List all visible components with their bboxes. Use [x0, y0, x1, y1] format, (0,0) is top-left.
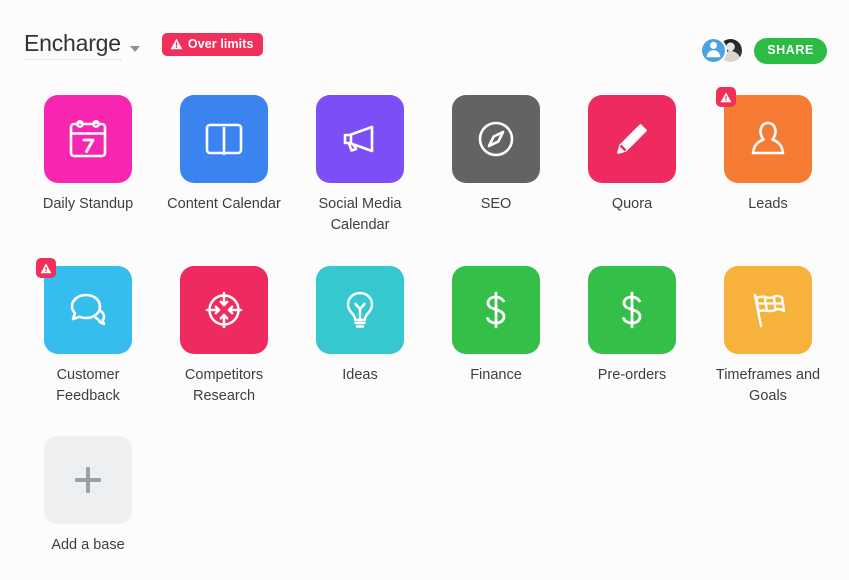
base-tile[interactable]	[452, 95, 540, 183]
base-card-content-calendar[interactable]: Content Calendar	[156, 90, 292, 266]
add-base-card[interactable]: Add a base	[20, 431, 156, 580]
target-icon	[200, 286, 248, 334]
status-badge	[36, 258, 56, 278]
header-right-group: SHARE	[700, 37, 827, 64]
plus-icon	[75, 467, 101, 493]
book-icon	[200, 115, 248, 163]
status-badge-over-limits[interactable]: Over limits	[161, 32, 263, 56]
base-tile[interactable]	[588, 266, 676, 354]
dollar-icon	[608, 286, 656, 334]
base-label: Daily Standup	[42, 196, 134, 212]
base-card-pre-orders[interactable]: Pre-orders	[564, 261, 700, 431]
calendar-icon	[64, 115, 112, 163]
person-icon	[744, 115, 792, 163]
base-grid-row-1: Daily Standup Content Calendar Social Me…	[20, 87, 836, 266]
base-tile[interactable]	[452, 266, 540, 354]
share-button[interactable]: SHARE	[754, 37, 827, 64]
base-label: Leads	[748, 196, 788, 212]
base-card-social-media-calendar[interactable]: Social Media Calendar	[292, 90, 428, 266]
megaphone-icon	[336, 115, 384, 163]
base-tile[interactable]	[36, 258, 132, 354]
base-label: Finance	[470, 367, 522, 383]
person-icon	[704, 39, 723, 62]
chat-bubbles-icon	[64, 286, 112, 334]
base-label: Timeframes and Goals	[715, 367, 821, 404]
chevron-down-icon[interactable]	[129, 46, 140, 52]
base-label: SEO	[480, 196, 512, 212]
compass-icon	[472, 115, 520, 163]
base-card-daily-standup[interactable]: Daily Standup	[20, 90, 156, 266]
add-base-tile[interactable]	[44, 436, 132, 524]
base-card-seo[interactable]: SEO	[428, 90, 564, 266]
base-label: Pre-orders	[597, 367, 667, 383]
base-tile[interactable]	[724, 266, 812, 354]
pencil-icon	[608, 115, 656, 163]
base-tile[interactable]	[716, 87, 812, 183]
base-card-leads[interactable]: Leads	[700, 87, 836, 266]
collaborator-avatars[interactable]	[700, 37, 745, 64]
checkered-flag-icon	[744, 286, 792, 334]
lightbulb-icon	[336, 286, 384, 334]
workspace-selector[interactable]: Encharge	[24, 30, 140, 60]
base-card-finance[interactable]: Finance	[428, 261, 564, 431]
base-grid-row-2: Customer Feedback Competitors Research I…	[20, 258, 836, 431]
workspace-name[interactable]: Encharge	[24, 30, 121, 60]
status-badge	[716, 87, 736, 107]
base-tile[interactable]	[44, 95, 132, 183]
base-card-quora[interactable]: Quora	[564, 90, 700, 266]
base-label: Quora	[611, 196, 653, 212]
base-card-ideas[interactable]: Ideas	[292, 261, 428, 431]
status-badge-label: Over limits	[187, 36, 254, 51]
base-label: Content Calendar	[167, 196, 281, 212]
base-label: Social Media Calendar	[318, 196, 402, 233]
base-tile[interactable]	[316, 95, 404, 183]
base-card-timeframes-and-goals[interactable]: Timeframes and Goals	[700, 261, 836, 431]
add-base-label: Add a base	[51, 537, 125, 553]
warning-triangle-icon	[720, 92, 732, 103]
header-left-group: Encharge Over limits	[24, 30, 263, 60]
base-tile[interactable]	[180, 95, 268, 183]
base-grid-row-3: Add a base	[20, 431, 836, 580]
base-label: Customer Feedback	[56, 367, 120, 404]
base-card-customer-feedback[interactable]: Customer Feedback	[20, 258, 156, 431]
warning-triangle-icon	[170, 38, 183, 50]
base-label: Ideas	[342, 367, 378, 383]
base-tile[interactable]	[316, 266, 404, 354]
base-tile[interactable]	[588, 95, 676, 183]
base-label: Competitors Research	[184, 367, 264, 404]
warning-triangle-icon	[40, 263, 52, 274]
workspace-page: Encharge Over limits SHARE Daily Standup…	[0, 0, 849, 580]
base-card-competitors-research[interactable]: Competitors Research	[156, 261, 292, 431]
workspace-header: Encharge Over limits SHARE	[0, 0, 849, 84]
dollar-icon	[472, 286, 520, 334]
base-tile[interactable]	[180, 266, 268, 354]
